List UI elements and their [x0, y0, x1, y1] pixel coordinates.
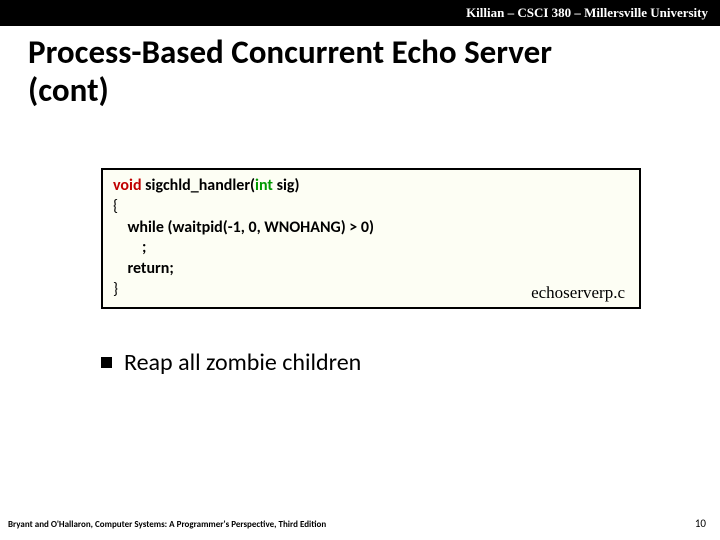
code-box: void sigchld_handler(int sig) { while (w… [101, 168, 641, 309]
keyword-while: while [113, 218, 164, 237]
keyword-int: int [255, 176, 273, 195]
title-line2: (cont) [28, 70, 109, 110]
footer-citation: Bryant and O'Hallaron, Computer Systems:… [8, 519, 326, 530]
fn-name: sigchld_handler( [142, 176, 255, 195]
keyword-return: return [127, 259, 169, 278]
bullet-row: Reap all zombie children [101, 348, 361, 377]
title-line1: Process-Based Concurrent Echo Server [28, 32, 552, 72]
bullet-text: Reap all zombie children [124, 348, 361, 377]
page-number: 10 [695, 517, 706, 530]
code-line-1: void sigchld_handler(int sig) [113, 176, 629, 197]
code-line-5: return; [113, 259, 629, 280]
while-rest: (waitpid(-1, 0, WNOHANG) > 0) [164, 218, 374, 237]
slide-title: Process-Based Concurrent Echo Server (co… [0, 26, 720, 110]
param-rest: sig) [273, 176, 300, 195]
code-line-4: ; [113, 238, 629, 259]
code-line-3: while (waitpid(-1, 0, WNOHANG) > 0) [113, 218, 629, 239]
return-indent [113, 259, 127, 278]
code-line-2: { [113, 197, 629, 218]
source-filename: echoserverp.c [531, 283, 625, 303]
header-bar: Killian – CSCI 380 – Millersville Univer… [0, 0, 720, 26]
course-line: Killian – CSCI 380 – Millersville Univer… [466, 5, 708, 20]
square-bullet-icon [101, 357, 112, 368]
return-semi: ; [169, 259, 173, 278]
keyword-void: void [113, 176, 142, 195]
